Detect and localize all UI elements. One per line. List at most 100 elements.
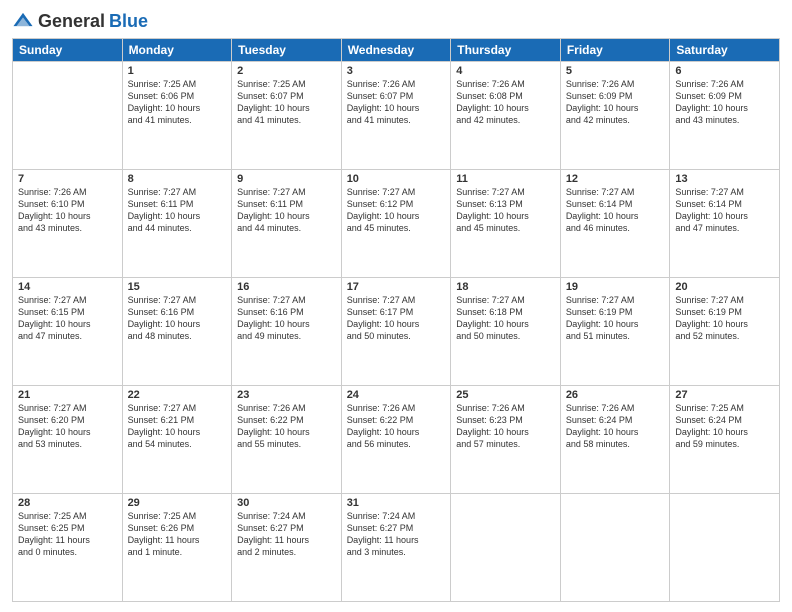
day-info: Sunrise: 7:27 AMSunset: 6:19 PMDaylight:… xyxy=(566,294,665,343)
day-info: Sunrise: 7:26 AMSunset: 6:23 PMDaylight:… xyxy=(456,402,555,451)
day-info: Sunrise: 7:27 AMSunset: 6:11 PMDaylight:… xyxy=(237,186,336,235)
logo-text-blue: Blue xyxy=(109,11,148,32)
calendar-cell xyxy=(560,494,670,602)
day-number: 5 xyxy=(566,65,665,77)
logo-area: GeneralBlue xyxy=(12,10,148,32)
logo-icon xyxy=(12,10,34,32)
day-info: Sunrise: 7:27 AMSunset: 6:14 PMDaylight:… xyxy=(566,186,665,235)
day-number: 14 xyxy=(18,281,117,293)
day-number: 19 xyxy=(566,281,665,293)
day-number: 26 xyxy=(566,389,665,401)
calendar-cell xyxy=(451,494,561,602)
day-info: Sunrise: 7:27 AMSunset: 6:18 PMDaylight:… xyxy=(456,294,555,343)
day-number: 25 xyxy=(456,389,555,401)
calendar-cell: 12Sunrise: 7:27 AMSunset: 6:14 PMDayligh… xyxy=(560,170,670,278)
day-info: Sunrise: 7:25 AMSunset: 6:24 PMDaylight:… xyxy=(675,402,774,451)
day-info: Sunrise: 7:27 AMSunset: 6:12 PMDaylight:… xyxy=(347,186,446,235)
day-info: Sunrise: 7:27 AMSunset: 6:21 PMDaylight:… xyxy=(128,402,227,451)
weekday-header-tuesday: Tuesday xyxy=(232,39,342,62)
calendar-cell: 29Sunrise: 7:25 AMSunset: 6:26 PMDayligh… xyxy=(122,494,232,602)
day-info: Sunrise: 7:26 AMSunset: 6:08 PMDaylight:… xyxy=(456,78,555,127)
day-info: Sunrise: 7:25 AMSunset: 6:26 PMDaylight:… xyxy=(128,510,227,559)
calendar-cell: 10Sunrise: 7:27 AMSunset: 6:12 PMDayligh… xyxy=(341,170,451,278)
day-info: Sunrise: 7:26 AMSunset: 6:09 PMDaylight:… xyxy=(566,78,665,127)
day-info: Sunrise: 7:26 AMSunset: 6:10 PMDaylight:… xyxy=(18,186,117,235)
day-number: 27 xyxy=(675,389,774,401)
calendar-cell: 17Sunrise: 7:27 AMSunset: 6:17 PMDayligh… xyxy=(341,278,451,386)
day-number: 20 xyxy=(675,281,774,293)
day-info: Sunrise: 7:26 AMSunset: 6:24 PMDaylight:… xyxy=(566,402,665,451)
day-number: 29 xyxy=(128,497,227,509)
calendar-cell: 21Sunrise: 7:27 AMSunset: 6:20 PMDayligh… xyxy=(13,386,123,494)
calendar-cell: 25Sunrise: 7:26 AMSunset: 6:23 PMDayligh… xyxy=(451,386,561,494)
calendar-cell: 24Sunrise: 7:26 AMSunset: 6:22 PMDayligh… xyxy=(341,386,451,494)
day-number: 9 xyxy=(237,173,336,185)
calendar-cell: 9Sunrise: 7:27 AMSunset: 6:11 PMDaylight… xyxy=(232,170,342,278)
day-info: Sunrise: 7:27 AMSunset: 6:14 PMDaylight:… xyxy=(675,186,774,235)
calendar-cell: 7Sunrise: 7:26 AMSunset: 6:10 PMDaylight… xyxy=(13,170,123,278)
day-number: 22 xyxy=(128,389,227,401)
calendar-cell: 4Sunrise: 7:26 AMSunset: 6:08 PMDaylight… xyxy=(451,62,561,170)
calendar-cell: 18Sunrise: 7:27 AMSunset: 6:18 PMDayligh… xyxy=(451,278,561,386)
day-number: 18 xyxy=(456,281,555,293)
day-number: 12 xyxy=(566,173,665,185)
day-number: 6 xyxy=(675,65,774,77)
day-info: Sunrise: 7:26 AMSunset: 6:09 PMDaylight:… xyxy=(675,78,774,127)
weekday-header-thursday: Thursday xyxy=(451,39,561,62)
day-number: 17 xyxy=(347,281,446,293)
calendar-cell xyxy=(670,494,780,602)
calendar-cell: 30Sunrise: 7:24 AMSunset: 6:27 PMDayligh… xyxy=(232,494,342,602)
day-number: 3 xyxy=(347,65,446,77)
day-number: 1 xyxy=(128,65,227,77)
day-info: Sunrise: 7:27 AMSunset: 6:16 PMDaylight:… xyxy=(237,294,336,343)
calendar-cell: 20Sunrise: 7:27 AMSunset: 6:19 PMDayligh… xyxy=(670,278,780,386)
day-number: 28 xyxy=(18,497,117,509)
calendar-cell: 28Sunrise: 7:25 AMSunset: 6:25 PMDayligh… xyxy=(13,494,123,602)
weekday-header-friday: Friday xyxy=(560,39,670,62)
calendar-cell: 27Sunrise: 7:25 AMSunset: 6:24 PMDayligh… xyxy=(670,386,780,494)
day-info: Sunrise: 7:27 AMSunset: 6:19 PMDaylight:… xyxy=(675,294,774,343)
day-number: 8 xyxy=(128,173,227,185)
calendar-cell: 26Sunrise: 7:26 AMSunset: 6:24 PMDayligh… xyxy=(560,386,670,494)
weekday-header-saturday: Saturday xyxy=(670,39,780,62)
logo: GeneralBlue xyxy=(12,10,148,32)
day-info: Sunrise: 7:24 AMSunset: 6:27 PMDaylight:… xyxy=(237,510,336,559)
day-number: 7 xyxy=(18,173,117,185)
day-number: 13 xyxy=(675,173,774,185)
day-info: Sunrise: 7:25 AMSunset: 6:25 PMDaylight:… xyxy=(18,510,117,559)
calendar-cell: 14Sunrise: 7:27 AMSunset: 6:15 PMDayligh… xyxy=(13,278,123,386)
calendar-cell: 6Sunrise: 7:26 AMSunset: 6:09 PMDaylight… xyxy=(670,62,780,170)
calendar-cell: 2Sunrise: 7:25 AMSunset: 6:07 PMDaylight… xyxy=(232,62,342,170)
day-number: 21 xyxy=(18,389,117,401)
calendar-cell: 3Sunrise: 7:26 AMSunset: 6:07 PMDaylight… xyxy=(341,62,451,170)
calendar-cell: 23Sunrise: 7:26 AMSunset: 6:22 PMDayligh… xyxy=(232,386,342,494)
day-info: Sunrise: 7:26 AMSunset: 6:22 PMDaylight:… xyxy=(347,402,446,451)
day-number: 15 xyxy=(128,281,227,293)
calendar-cell: 15Sunrise: 7:27 AMSunset: 6:16 PMDayligh… xyxy=(122,278,232,386)
calendar-cell: 22Sunrise: 7:27 AMSunset: 6:21 PMDayligh… xyxy=(122,386,232,494)
day-number: 10 xyxy=(347,173,446,185)
day-number: 24 xyxy=(347,389,446,401)
calendar-cell: 16Sunrise: 7:27 AMSunset: 6:16 PMDayligh… xyxy=(232,278,342,386)
day-info: Sunrise: 7:26 AMSunset: 6:22 PMDaylight:… xyxy=(237,402,336,451)
day-info: Sunrise: 7:25 AMSunset: 6:06 PMDaylight:… xyxy=(128,78,227,127)
day-number: 30 xyxy=(237,497,336,509)
day-info: Sunrise: 7:27 AMSunset: 6:11 PMDaylight:… xyxy=(128,186,227,235)
calendar-cell: 11Sunrise: 7:27 AMSunset: 6:13 PMDayligh… xyxy=(451,170,561,278)
weekday-header-monday: Monday xyxy=(122,39,232,62)
day-info: Sunrise: 7:27 AMSunset: 6:17 PMDaylight:… xyxy=(347,294,446,343)
calendar-cell xyxy=(13,62,123,170)
day-info: Sunrise: 7:27 AMSunset: 6:20 PMDaylight:… xyxy=(18,402,117,451)
day-info: Sunrise: 7:24 AMSunset: 6:27 PMDaylight:… xyxy=(347,510,446,559)
calendar-cell: 8Sunrise: 7:27 AMSunset: 6:11 PMDaylight… xyxy=(122,170,232,278)
logo-text-general: General xyxy=(38,11,105,32)
calendar-cell: 13Sunrise: 7:27 AMSunset: 6:14 PMDayligh… xyxy=(670,170,780,278)
calendar-cell: 31Sunrise: 7:24 AMSunset: 6:27 PMDayligh… xyxy=(341,494,451,602)
weekday-header-wednesday: Wednesday xyxy=(341,39,451,62)
day-number: 11 xyxy=(456,173,555,185)
day-info: Sunrise: 7:25 AMSunset: 6:07 PMDaylight:… xyxy=(237,78,336,127)
calendar-cell: 19Sunrise: 7:27 AMSunset: 6:19 PMDayligh… xyxy=(560,278,670,386)
day-number: 2 xyxy=(237,65,336,77)
header: GeneralBlue xyxy=(12,10,780,32)
day-info: Sunrise: 7:27 AMSunset: 6:13 PMDaylight:… xyxy=(456,186,555,235)
